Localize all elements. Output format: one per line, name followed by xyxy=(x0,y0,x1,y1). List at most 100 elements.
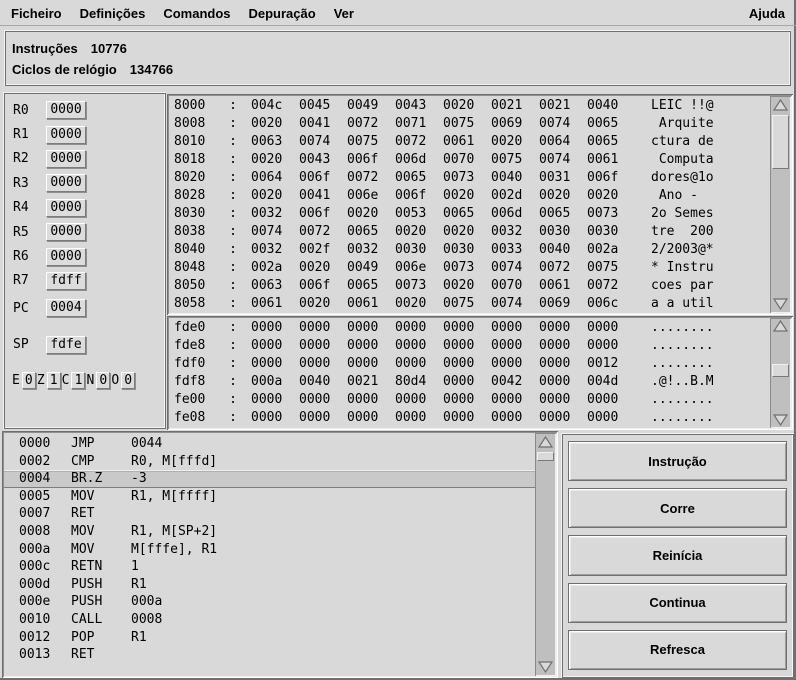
register-value-button[interactable]: 0000 xyxy=(46,149,86,168)
memory-row[interactable]: 8038:0074 0072 0065 0020 0020 0032 0030 0030 tre… xyxy=(169,223,770,241)
memory-row[interactable]: 8008:0020 0041 0072 0071 0075 0069 0074 0065 Ar… xyxy=(169,115,770,133)
register-value-button[interactable]: 0000 xyxy=(46,247,86,266)
disassembly-row[interactable]: 0008 MOV R1, M[SP+2] xyxy=(4,523,535,541)
scrollbar-thumb[interactable] xyxy=(772,115,789,169)
disassembly-row[interactable]: 0007 RET xyxy=(4,505,535,523)
register-value-button[interactable]: 0000 xyxy=(46,101,86,120)
memory-separator: : xyxy=(229,134,237,149)
scrollbar-thumb[interactable] xyxy=(537,452,554,461)
scroll-up-icon xyxy=(538,436,553,448)
disassembly-row[interactable]: 0013 RET xyxy=(4,646,535,664)
memory-row[interactable]: fdf8:000a 0040 0021 80d4 0000 0042 0000 004d .@!… xyxy=(169,373,770,391)
memory-row[interactable]: 8040:0032 002f 0032 0030 0030 0033 0040 002a 2/2… xyxy=(169,241,770,259)
menu-item-definições[interactable]: Definições xyxy=(71,6,155,21)
memory-word: 006e xyxy=(347,188,379,203)
memory-word: 0063 xyxy=(251,134,283,149)
flag-value-button[interactable]: 0 xyxy=(21,371,36,389)
flag-value-button[interactable]: 1 xyxy=(46,371,61,389)
scrollbar-thumb[interactable] xyxy=(772,364,789,377)
instrucao-button[interactable]: Instrução xyxy=(568,441,787,482)
memory-row[interactable]: fe00:0000 0000 0000 0000 0000 0000 0000 0000...… xyxy=(169,391,770,409)
memory-word: 006f xyxy=(299,170,331,185)
scroll-up-button[interactable] xyxy=(535,433,556,451)
memory-address: fe00 xyxy=(174,392,206,407)
scroll-up-button[interactable] xyxy=(770,318,791,334)
disassembly-row[interactable]: 000d PUSH R1 xyxy=(4,576,535,594)
scroll-down-button[interactable] xyxy=(535,658,556,676)
memory-row[interactable]: 8030:0032 006f 0020 0053 0065 006d 0065 0073 2o … xyxy=(169,205,770,223)
menu-item-depuração[interactable]: Depuração xyxy=(240,6,325,21)
refresca-button[interactable]: Refresca xyxy=(568,629,787,671)
register-value-button[interactable]: 0000 xyxy=(46,125,86,144)
memory-row[interactable]: 8028:0020 0041 006e 006f 0020 002d 0020 0020 An… xyxy=(169,187,770,205)
memory-row[interactable]: 8000:004c 0045 0049 0043 0020 0021 0021 0040 LEI… xyxy=(169,97,770,115)
memory-word: 0041 xyxy=(299,116,331,131)
disassembly-row[interactable]: 000a MOV M[fffe], R1 xyxy=(4,541,535,559)
memory-word: 0000 xyxy=(443,320,475,335)
memory-row[interactable]: fdf0:0000 0000 0000 0000 0000 0000 0000 0012...… xyxy=(169,355,770,373)
memory-row[interactable]: 8058:0061 0020 0061 0020 0075 0074 0069 006c a a… xyxy=(169,295,770,313)
p3-simulator-window: Ficheiro Definições Comandos Depuração Ver Aj… xyxy=(0,0,796,680)
flag-value-button[interactable]: 0 xyxy=(96,371,111,389)
register-value-button[interactable]: 0000 xyxy=(46,223,86,242)
scroll-up-button[interactable] xyxy=(770,96,791,114)
disassembly-row-selected[interactable]: 0004 BR.Z -3 xyxy=(4,470,535,488)
scroll-down-button[interactable] xyxy=(770,295,791,313)
menu-item-ver[interactable]: Ver xyxy=(325,6,363,21)
memory-row[interactable]: 8020:0064 006f 0072 0065 0073 0040 0031 006f dor… xyxy=(169,169,770,187)
memory-row[interactable]: 8018:0020 0043 006f 006d 0070 0075 0074 0061 Co… xyxy=(169,151,770,169)
continua-button[interactable]: Continua xyxy=(568,582,787,623)
disassembly-list[interactable]: 0000 JMP 0044 0002 CMP R0, M[fffd] 0004 BR.Z -3 0… xyxy=(4,433,535,676)
disassembly-row[interactable]: 0002 CMP R0, M[fffd] xyxy=(4,453,535,471)
memory-separator: : xyxy=(229,338,237,353)
memory-row[interactable]: 8048:002a 0020 0049 006e 0073 0074 0072 0075 * I… xyxy=(169,259,770,277)
reinicia-button[interactable]: Reinícia xyxy=(568,535,787,576)
disassembly-row[interactable]: 000e PUSH 000a xyxy=(4,593,535,611)
menu-item-ajuda[interactable]: Ajuda xyxy=(738,6,796,21)
register-value-button[interactable]: fdfe xyxy=(46,335,86,354)
memory-row[interactable]: 8050:0063 006f 0065 0073 0020 0070 0061 0072 coe… xyxy=(169,277,770,295)
disassembly-row[interactable]: 0010 CALL 0008 xyxy=(4,611,535,629)
register-value-button[interactable]: 0000 xyxy=(46,174,86,193)
scrollbar-track[interactable] xyxy=(770,334,791,412)
scrollbar-track[interactable] xyxy=(770,114,791,295)
instruction-address: 000a xyxy=(19,541,51,557)
memory-word: 0075 xyxy=(347,134,379,149)
register-value-button[interactable]: 0004 xyxy=(46,299,86,318)
memory-word: 0000 xyxy=(395,320,427,335)
memory-code-list[interactable]: 8000:004c 0045 0049 0043 0020 0021 0021 0040 LEI… xyxy=(169,96,770,313)
memory-ascii: Ano - xyxy=(651,188,698,203)
flag-value-button[interactable]: 0 xyxy=(121,371,136,389)
disassembly-row[interactable]: 0012 POP R1 xyxy=(4,629,535,647)
memory-word: 0061 xyxy=(587,152,619,167)
memory-word: 0000 xyxy=(443,410,475,425)
menu-item-comandos[interactable]: Comandos xyxy=(154,6,239,21)
command-buttons-panel: Instrução Corre Reinícia Continua Refresca xyxy=(561,433,794,678)
memory-word: 0000 xyxy=(587,338,619,353)
memory-row[interactable]: fde0:0000 0000 0000 0000 0000 0000 0000 0000...… xyxy=(169,319,770,337)
memory-code-scrollbar[interactable] xyxy=(770,96,791,313)
scroll-down-button[interactable] xyxy=(770,412,791,428)
memory-row[interactable]: fe08:0000 0000 0000 0000 0000 0000 0000 0000...… xyxy=(169,409,770,427)
flag-label-e: E xyxy=(12,372,20,388)
instruction-operands: 1 xyxy=(131,559,139,575)
register-row-r7: R7 fdff xyxy=(3,269,166,293)
register-label: R2 xyxy=(13,151,29,167)
register-value-button[interactable]: 0000 xyxy=(46,198,86,217)
memory-row[interactable]: fde8:0000 0000 0000 0000 0000 0000 0000 0000...… xyxy=(169,337,770,355)
memory-word: 0074 xyxy=(491,260,523,275)
menu-item-ficheiro[interactable]: Ficheiro xyxy=(2,6,71,21)
disassembly-scrollbar[interactable] xyxy=(535,433,556,676)
corre-button[interactable]: Corre xyxy=(568,488,787,529)
disassembly-row[interactable]: 0000 JMP 0044 xyxy=(4,435,535,453)
disassembly-row[interactable]: 000c RETN 1 xyxy=(4,558,535,576)
register-value-button[interactable]: fdff xyxy=(46,271,86,290)
flag-value-button[interactable]: 1 xyxy=(71,371,86,389)
memory-stack-scrollbar[interactable] xyxy=(770,318,791,428)
memory-separator: : xyxy=(229,374,237,389)
memory-row[interactable]: 8010:0063 0074 0075 0072 0061 0020 0064 0065 ctu… xyxy=(169,133,770,151)
memory-stack-list[interactable]: fde0:0000 0000 0000 0000 0000 0000 0000 0000...… xyxy=(169,318,770,428)
scrollbar-track[interactable] xyxy=(535,451,556,658)
instruction-operands: 000a xyxy=(131,594,163,610)
disassembly-row[interactable]: 0005 MOV R1, M[ffff] xyxy=(4,488,535,506)
